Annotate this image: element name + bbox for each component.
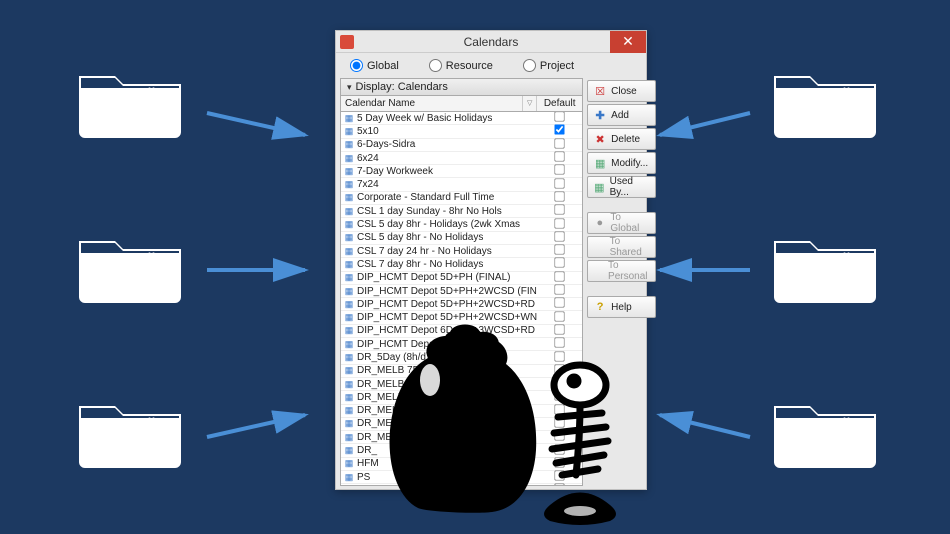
sort-indicator-icon[interactable]: ▽ [523, 96, 537, 111]
xer-folder: XER File [55, 390, 205, 510]
column-headers[interactable]: Calendar Name ▽ Default [341, 96, 582, 112]
folder-label: XER File [55, 415, 205, 436]
calendar-icon: ▦ [341, 418, 357, 429]
calendar-icon: ▦ [341, 472, 357, 483]
xer-folder: XER File [750, 60, 900, 180]
calendar-icon: ▦ [341, 379, 357, 390]
calendar-icon: ▦ [341, 259, 357, 270]
close-icon: ☒ [592, 85, 608, 98]
to-shared-button: To Shared [587, 236, 655, 258]
arrow-left-icon [655, 405, 755, 445]
close-button[interactable]: ☒Close [587, 80, 655, 102]
help-button[interactable]: ?Help [587, 296, 655, 318]
calendar-icon: ▦ [341, 153, 357, 164]
arrow-right-icon [205, 105, 315, 145]
calendar-icon: ▦ [341, 206, 357, 217]
calendar-icon: ▦ [341, 272, 357, 283]
delete-icon: ✖ [592, 133, 608, 146]
arrow-left-icon [655, 255, 755, 285]
add-button[interactable]: ✚Add [587, 104, 655, 126]
add-icon: ✚ [592, 109, 608, 122]
fish-skeleton-icon [530, 355, 660, 528]
calendar-icon: ▦ [341, 192, 357, 203]
dialog-titlebar[interactable]: Calendars ✕ [336, 31, 646, 53]
calendar-icon: ▦ [341, 365, 357, 376]
calendar-name: 7-Day Workweek [357, 166, 537, 177]
calendar-icon: ▦ [341, 179, 357, 190]
calendar-name: DIP_HCMT Depot 5D+PH (FINAL) [357, 272, 537, 283]
calendar-icon: ▦ [341, 312, 357, 323]
calendar-name: CSL 5 day 8hr - No Holidays [357, 232, 537, 243]
to-personal-button: To Personal [587, 260, 655, 282]
calendar-name: CSL 7 day 24 hr - No Holidays [357, 246, 537, 257]
calendar-name: 6-Days-Sidra [357, 139, 537, 150]
calendar-name: CSL 7 day 8hr - No Holidays [357, 259, 537, 270]
col-header-default[interactable]: Default [537, 96, 582, 111]
delete-button[interactable]: ✖Delete [587, 128, 655, 150]
calendar-icon: ▦ [341, 458, 357, 469]
xer-folder: XER File [55, 60, 205, 180]
calendar-icon: ▦ [341, 246, 357, 257]
calendar-name: DIP_HCMT Depot 5D+PH+2WCSD+RD [357, 299, 537, 310]
calendar-icon: ▦ [341, 352, 357, 363]
scope-project-radio[interactable]: Project [523, 59, 574, 72]
trash-bag-icon [380, 310, 550, 523]
modify-icon: ▦ [592, 157, 608, 170]
calendar-icon: ▦ [341, 126, 357, 137]
calendar-name: DIP_HCMT Depot 5D+PH+2WCSD (FIN [357, 286, 537, 297]
calendar-icon: ▦ [341, 445, 357, 456]
to-global-button: ●To Global [587, 212, 655, 234]
display-dropdown[interactable]: ▾Display: Calendars [341, 79, 582, 96]
folder-label: XER File [750, 415, 900, 436]
calendar-icon: ▦ [341, 405, 357, 416]
scope-global-radio[interactable]: Global [350, 59, 399, 72]
calendar-icon: ▦ [341, 166, 357, 177]
xer-folder: XER File [750, 390, 900, 510]
xer-folder: XER File [55, 225, 205, 345]
close-icon: ✕ [622, 33, 634, 49]
calendar-icon: ▦ [341, 339, 357, 350]
chevron-down-icon: ▾ [347, 82, 352, 92]
calendar-icon: ▦ [341, 325, 357, 336]
calendar-icon: ▦ [341, 432, 357, 443]
app-icon [340, 35, 354, 49]
calendar-icon: ▦ [341, 392, 357, 403]
calendar-icon: ▦ [341, 139, 357, 150]
calendar-icon: ▦ [341, 286, 357, 297]
calendar-name: 7x24 [357, 179, 537, 190]
folder-label: XER File [750, 250, 900, 271]
folder-label: XER File [55, 85, 205, 106]
arrow-right-icon [205, 405, 315, 445]
scope-radio-group: Global Resource Project [336, 53, 646, 76]
calendar-icon: ▦ [341, 232, 357, 243]
scope-resource-radio[interactable]: Resource [429, 59, 493, 72]
calendar-icon: ▦ [341, 299, 357, 310]
folder-label: XER File [55, 250, 205, 271]
calendar-name: 5 Day Week w/ Basic Holidays [357, 113, 537, 124]
calendar-icon: ▦ [341, 113, 357, 124]
globe-icon: ● [592, 217, 607, 229]
calendar-name: Corporate - Standard Full Time [357, 192, 537, 203]
dialog-title: Calendars [464, 35, 519, 49]
used-by-button[interactable]: ▦Used By... [587, 176, 655, 198]
calendar-name: 5x10 [357, 126, 537, 137]
calendar-icon: ▦ [341, 219, 357, 230]
used-by-icon: ▦ [592, 181, 606, 194]
help-icon: ? [592, 301, 608, 313]
calendar-name: CSL 5 day 8hr - Holidays (2wk Xmas [357, 219, 537, 230]
col-header-name[interactable]: Calendar Name [341, 96, 523, 111]
folder-label: XER File [750, 85, 900, 106]
calendar-name: CSL 1 day Sunday - 8hr No Hols [357, 206, 537, 217]
arrow-right-icon [205, 255, 315, 285]
arrow-left-icon [655, 105, 755, 145]
xer-folder: XER File [750, 225, 900, 345]
modify-button[interactable]: ▦Modify... [587, 152, 655, 174]
calendar-name: 6x24 [357, 153, 537, 164]
window-close-button[interactable]: ✕ [610, 31, 646, 53]
